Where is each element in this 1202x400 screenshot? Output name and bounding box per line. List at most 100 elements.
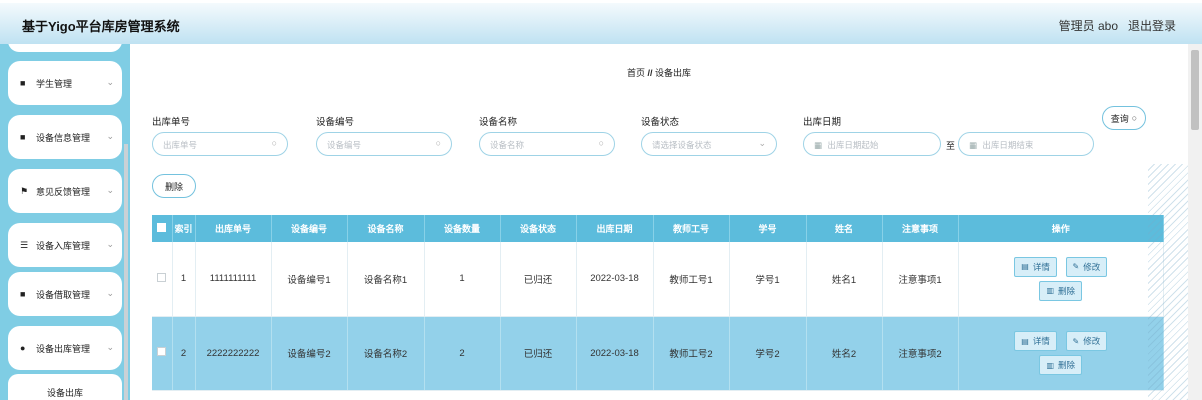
row-checkbox[interactable] <box>157 272 167 282</box>
chevron-down-icon: ⌄ <box>106 185 114 195</box>
sidebar-item-device-borrow[interactable]: ■ 设备借取管理 ⌄ <box>8 272 122 316</box>
calendar-icon: ▦ <box>969 140 978 150</box>
search-icon: ○ <box>598 138 604 148</box>
table-cell: 学号2 <box>729 316 807 391</box>
breadcrumb-separator: // <box>647 68 653 78</box>
breadcrumb-current: 设备出库 <box>655 68 692 78</box>
table-cell: 已归还 <box>500 242 577 317</box>
device-no-input[interactable]: 设备编号 ○ <box>316 132 452 156</box>
delete-label: 删除 <box>1058 360 1076 370</box>
table-cell: 2022-03-18 <box>576 242 654 317</box>
column-header: 操作 <box>958 215 1164 242</box>
table-cell: 2 <box>424 316 501 391</box>
table-cell: 教师工号1 <box>653 242 730 317</box>
query-button[interactable]: 查询 ○ <box>1102 106 1146 130</box>
table-cell: 设备编号2 <box>271 316 348 391</box>
placeholder: 设备编号 <box>327 140 362 150</box>
sidebar-item-partial[interactable] <box>8 44 122 52</box>
row-checkbox[interactable] <box>157 347 167 356</box>
detail-label: 详情 <box>1032 261 1050 272</box>
edit-label: 修改 <box>1083 261 1101 272</box>
sidebar-item-device-info[interactable]: ■ 设备信息管理 ⌄ <box>8 115 122 159</box>
edit-button[interactable]: ✎ 修改 <box>1065 256 1108 277</box>
decorative-stripes <box>1148 164 1188 400</box>
search-icon: ○ <box>271 138 277 148</box>
sidebar-item-students[interactable]: ■ 学生管理 ⌄ <box>8 61 122 105</box>
calendar-icon: ▦ <box>814 140 823 150</box>
detail-button[interactable]: ▤ 详情 <box>1014 331 1057 351</box>
table-cell: 姓名2 <box>806 316 883 391</box>
table-cell: 已归还 <box>500 316 577 391</box>
table-cell: 1111111111 <box>195 242 272 317</box>
column-header: 学号 <box>729 215 807 242</box>
placeholder: 出库日期结束 <box>982 140 1034 150</box>
page-scrollbar[interactable] <box>1188 44 1202 400</box>
sidebar-item-label: 设备借取管理 <box>36 289 91 300</box>
filter-label-device-status: 设备状态 <box>641 117 680 128</box>
table-cell: 2022-03-18 <box>576 316 654 391</box>
sidebar-item-label: 学生管理 <box>36 78 73 89</box>
out-date-start-input[interactable]: ▦ 出库日期起始 <box>803 132 941 156</box>
select-all-checkbox[interactable] <box>157 223 167 232</box>
trash-icon: ▥ <box>1046 286 1055 296</box>
table-row[interactable]: 1 1111111111 设备编号1 设备名称1 1 已归还 2022-03-1… <box>152 242 1164 317</box>
table-row[interactable]: 2 2222222222 设备编号2 设备名称2 2 已归还 2022-03-1… <box>152 316 1164 391</box>
breadcrumb-home[interactable]: 首页 <box>627 68 645 78</box>
grid-icon: ■ <box>20 78 26 88</box>
delete-button[interactable]: ▥ 删除 <box>1039 355 1083 375</box>
select-all-cell <box>152 215 173 242</box>
pencil-icon: ✎ <box>1072 262 1080 272</box>
table-cell: 1 <box>172 242 196 317</box>
batch-delete-button[interactable]: 删除 <box>152 174 196 198</box>
placeholder: 设备名称 <box>490 140 525 150</box>
table-cell: 姓名1 <box>806 242 883 317</box>
device-status-select[interactable]: 请选择设备状态 ⌄ <box>641 132 777 156</box>
current-user: 管理员 abo <box>1058 19 1118 33</box>
sidebar-item-label: 设备入库管理 <box>36 240 91 251</box>
chevron-down-icon: ⌄ <box>106 239 114 249</box>
sidebar-item-device-in[interactable]: ☰ 设备入库管理 ⌄ <box>8 223 122 267</box>
column-header: 设备状态 <box>500 215 577 242</box>
grid-icon: ■ <box>20 132 26 142</box>
table-cell: 教师工号2 <box>653 316 730 391</box>
table-cell: 设备编号1 <box>271 242 348 317</box>
chevron-down-icon: ⌄ <box>106 288 114 298</box>
document-icon: ▤ <box>1021 336 1029 346</box>
sidebar-item-feedback[interactable]: ⚑ 意见反馈管理 ⌄ <box>8 169 122 213</box>
column-header: 出库单号 <box>195 215 272 242</box>
column-header: 注意事项 <box>882 215 959 242</box>
sidebar: ■ 学生管理 ⌄ ■ 设备信息管理 ⌄ ⚑ 意见反馈管理 ⌄ ☰ 设备入库管理 … <box>0 44 130 400</box>
out-date-end-input[interactable]: ▦ 出库日期结束 <box>958 132 1094 156</box>
detail-button[interactable]: ▤ 详情 <box>1014 256 1057 277</box>
sidebar-scrollbar[interactable] <box>124 144 128 400</box>
chevron-down-icon: ⌄ <box>106 342 114 352</box>
table-cell: 设备名称2 <box>347 316 425 391</box>
sidebar-item-label: 意见反馈管理 <box>36 186 91 197</box>
device-name-input[interactable]: 设备名称 ○ <box>479 132 615 156</box>
table-cell: 1 <box>424 242 501 317</box>
delete-label: 删除 <box>1058 285 1076 296</box>
column-header: 索引 <box>172 215 196 242</box>
table-cell: 2 <box>172 316 196 391</box>
app-title: 基于Yigo平台库房管理系统 <box>22 19 180 34</box>
breadcrumb: 首页 // 设备出库 <box>130 66 1188 79</box>
edit-button[interactable]: ✎ 修改 <box>1065 331 1108 351</box>
row-select-cell <box>152 316 173 391</box>
sidebar-subitem-device-out[interactable]: 设备出库 <box>8 374 122 400</box>
search-icon: ○ <box>1131 113 1138 123</box>
table-cell: 注意事项1 <box>882 242 959 317</box>
table-cell: 学号1 <box>729 242 807 317</box>
row-select-cell <box>152 242 173 317</box>
out-no-input[interactable]: 出库单号 ○ <box>152 132 288 156</box>
document-icon: ▤ <box>1021 262 1029 272</box>
column-header: 设备名称 <box>347 215 425 242</box>
sidebar-item-device-out[interactable]: ● 设备出库管理 ⌄ <box>8 326 122 370</box>
grid-icon: ■ <box>20 289 26 299</box>
top-bar: 基于Yigo平台库房管理系统 管理员 abo 退出登录 <box>0 0 1202 44</box>
column-header: 教师工号 <box>653 215 730 242</box>
delete-button[interactable]: ▥ 删除 <box>1039 280 1083 301</box>
data-table: 索引 出库单号 设备编号 设备名称 设备数量 设备状态 出库日期 教师工号 学号… <box>152 215 1164 391</box>
logout-link[interactable]: 退出登录 <box>1128 17 1176 34</box>
filter-label-out-no: 出库单号 <box>152 117 191 128</box>
scrollbar-thumb[interactable] <box>1191 50 1199 130</box>
